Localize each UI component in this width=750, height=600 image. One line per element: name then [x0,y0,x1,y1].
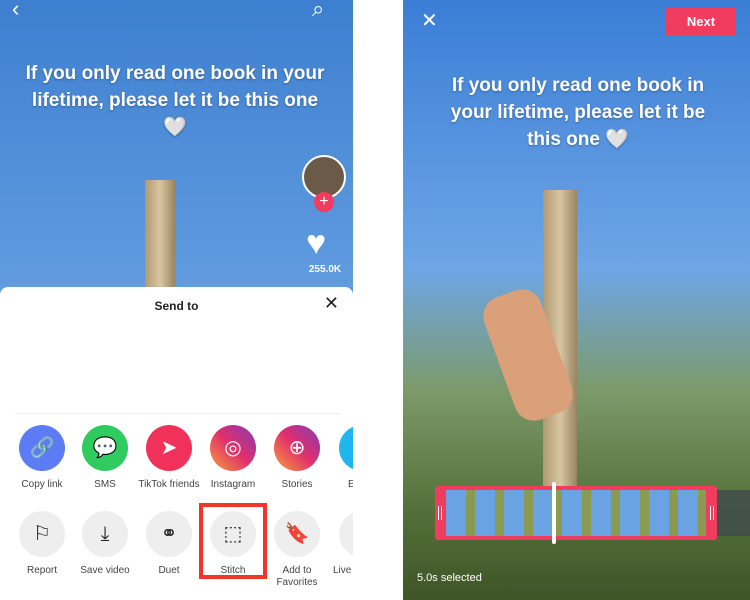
action-report[interactable]: ⚐ Report [10,511,74,577]
item-label: TikTok friends [138,479,200,490]
stories-icon: ⊕ [274,425,320,471]
item-label: Report [26,565,57,576]
item-label: SMS [94,479,116,490]
video-share-screen: ‹ ⌕ If you only read one book in your li… [0,0,353,600]
item-label: Add to Favorites [276,565,318,588]
next-button[interactable]: Next [666,8,736,36]
item-label: Stories [281,479,313,490]
share-copy-link[interactable]: 🔗 Copy link [10,425,74,491]
share-sheet: Send to ✕ 🔗 Copy link 💬 SMS ➤ TikTok friend… [0,287,353,600]
item-label: Live [333,565,352,576]
action-add-to-favorites[interactable]: 🔖 Add to Favorites [265,511,329,589]
close-icon[interactable]: ✕ [324,293,339,314]
share-tiktok-friends[interactable]: ➤ TikTok friends [137,425,201,491]
download-icon: ⤓ [82,511,128,557]
sheet-title: Send to [154,299,199,313]
live-icon: ◌ [339,511,353,557]
video-frames [446,490,706,536]
heart-icon[interactable]: ♥ [306,226,326,260]
right-trim-handle[interactable] [710,506,714,520]
action-duet[interactable]: ⚭ Duet [137,511,201,577]
share-instagram[interactable]: ◎ Instagram [201,425,265,491]
left-trim-handle[interactable] [438,506,442,520]
action-save-video[interactable]: ⤓ Save video [73,511,137,577]
follow-plus-icon[interactable]: + [314,192,334,212]
link-icon: 🔗 [19,425,65,471]
video-caption: If you only read one book in your lifeti… [450,75,706,150]
book-image [145,180,175,300]
duet-icon: ⚭ [146,511,192,557]
close-icon[interactable]: ✕ [421,8,438,33]
instagram-icon: ◎ [210,425,256,471]
item-label: Copy link [21,479,63,490]
divider [15,413,340,414]
message-icon: 💬 [82,425,128,471]
flag-icon: ⚐ [19,511,65,557]
item-label: Duet [158,565,180,576]
selected-duration: 5.0s selected [417,572,482,584]
action-live[interactable]: ◌ Live [333,511,353,577]
search-icon[interactable]: ⌕ [312,0,324,22]
send-icon: ➤ [146,425,192,471]
share-sms[interactable]: 💬 SMS [73,425,137,491]
trim-selection-strip[interactable] [435,486,717,540]
item-label: Save video [80,565,130,576]
stitch-highlight-box [199,503,267,579]
playhead[interactable] [552,482,556,544]
like-count: 255.0K [308,264,342,275]
item-label: E [348,479,353,490]
share-stories[interactable]: ⊕ Stories [265,425,329,491]
back-icon[interactable]: ‹ [12,0,19,22]
bookmark-icon: 🔖 [274,511,320,557]
app-icon [339,425,353,471]
video-caption: If you only read one book in your lifeti… [25,63,325,138]
unselected-frames [717,490,750,536]
share-more-app[interactable]: E [339,425,353,491]
item-label: Instagram [210,479,256,490]
